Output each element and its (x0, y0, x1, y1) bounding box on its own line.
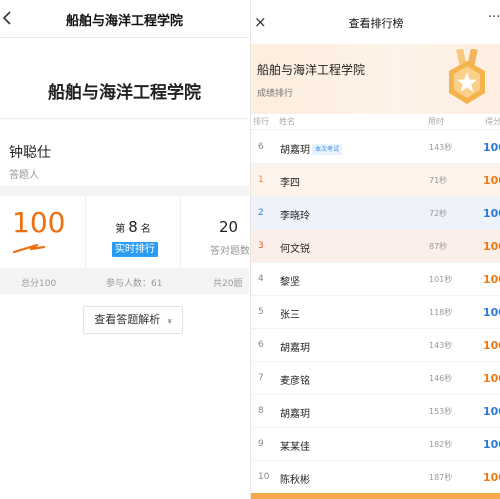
row-time: 187秒 (429, 473, 453, 482)
row-time: 182秒 (429, 440, 453, 449)
row-rank: 10 (258, 472, 270, 482)
leaderboard-list: 6 胡嘉玥 本次考试 143秒 100 1 李四 71秒 100 2 李晓玲 7… (251, 131, 500, 494)
row-time: 101秒 (429, 275, 453, 284)
table-row[interactable]: 3 何文锐 87秒 100 (251, 230, 500, 263)
score-stat: 100 (0, 196, 84, 268)
realtime-rank-button[interactable]: 实时排行 (112, 242, 158, 257)
divider (0, 118, 249, 119)
row-score: 100 (483, 174, 500, 187)
table-row[interactable]: 2 李晓玲 72秒 100 (251, 197, 500, 230)
user-role: 答题人 (9, 170, 39, 181)
row-name: 张三 (280, 310, 300, 321)
row-rank: 2 (258, 208, 264, 218)
row-score: 100 (483, 141, 500, 154)
table-row[interactable]: 4 黎坚 101秒 100 (251, 263, 500, 296)
row-name: 胡嘉玥 (280, 145, 310, 156)
table-row-current-user[interactable]: 6 胡嘉玥 本次考试 143秒 100 (251, 131, 500, 164)
row-time: 146秒 (429, 374, 453, 383)
medal-icon (449, 49, 485, 104)
row-name: 某某佳 (280, 442, 310, 453)
banner-title: 船舶与海洋工程学院 (257, 63, 366, 77)
row-score: 100 (483, 471, 500, 484)
table-row[interactable]: 7 麦彦铭 146秒 100 (251, 362, 500, 395)
row-score: 100 (483, 438, 500, 451)
result-panel: 船舶与海洋工程学院 船舶与海洋工程学院 钟聪仕 答题人 100 第8名 实时排行… (0, 0, 249, 499)
row-score: 100 (483, 372, 500, 385)
row-name: 黎坚 (280, 277, 300, 288)
view-analysis-label: 查看答题解析 (94, 313, 161, 326)
row-score: 100 (483, 273, 500, 286)
table-row[interactable]: 5 张三 118秒 100 (251, 296, 500, 329)
row-rank: 3 (258, 241, 264, 251)
current-exam-badge: 本次考试 (312, 144, 343, 155)
row-rank: 6 (258, 142, 264, 152)
row-rank: 9 (258, 439, 264, 449)
banner-subtitle: 成绩排行 (257, 89, 294, 99)
row-rank: 7 (258, 373, 264, 383)
table-row[interactable]: 6 胡嘉玥 143秒 100 (251, 329, 500, 362)
row-rank: 1 (258, 175, 264, 185)
row-score: 100 (483, 207, 500, 220)
rank-text: 第8名 (86, 218, 180, 236)
row-name: 胡嘉玥 (280, 343, 310, 354)
column-name: 姓名 (279, 117, 295, 126)
leaderboard-banner: 船舶与海洋工程学院 成绩排行 (251, 44, 500, 114)
row-time: 153秒 (429, 407, 453, 416)
score-value: 100 (12, 206, 66, 239)
table-row[interactable]: 10 陈秋彬 187秒 100 (251, 461, 500, 494)
row-time: 143秒 (429, 341, 453, 350)
rank-stat: 第8名 实时排行 (85, 196, 181, 268)
row-time: 143秒 (429, 143, 453, 152)
stats-footer: 总分100 参与人数：61 共20题 (0, 268, 249, 294)
leaderboard-header: × 查看排行榜 ··· (251, 0, 500, 44)
stats-row: 100 第8名 实时排行 20 答对题数 (0, 196, 249, 268)
view-analysis-button[interactable]: 查看答题解析» (83, 306, 183, 334)
table-row[interactable]: 8 胡嘉玥 153秒 100 (251, 395, 500, 428)
total-score: 总分100 (21, 279, 57, 289)
score-underline-icon (13, 243, 45, 253)
column-rank: 排行 (253, 117, 269, 126)
row-rank: 8 (258, 406, 264, 416)
row-score: 100 (483, 306, 500, 319)
participants-count: 参与人数：61 (106, 279, 163, 289)
header-title: 船舶与海洋工程学院 (65, 14, 183, 29)
result-header: 船舶与海洋工程学院 (0, 0, 249, 38)
correct-stat: 20 答对题数 (182, 196, 249, 268)
row-rank: 5 (258, 307, 264, 317)
row-time: 118秒 (429, 308, 453, 317)
total-questions: 共20题 (213, 279, 243, 289)
correct-count: 20 (219, 218, 239, 236)
row-score: 100 (483, 240, 500, 253)
row-time: 87秒 (429, 242, 448, 251)
row-name: 胡嘉玥 (280, 409, 310, 420)
row-rank: 6 (258, 340, 264, 350)
chevron-down-icon: » (163, 318, 174, 324)
row-name: 李晓玲 (280, 211, 310, 222)
column-time: 用时 (428, 117, 444, 126)
leaderboard-title: 查看排行榜 (348, 17, 404, 30)
row-score: 100 (483, 405, 500, 418)
user-name: 钟聪仕 (9, 145, 51, 161)
divider (0, 186, 249, 196)
more-icon[interactable]: ··· (488, 10, 500, 25)
row-rank: 4 (258, 274, 264, 284)
correct-label: 答对题数 (210, 246, 249, 257)
table-row[interactable]: 1 李四 71秒 100 (251, 164, 500, 197)
row-name: 麦彦铭 (280, 376, 310, 387)
row-time: 71秒 (429, 176, 448, 185)
row-name: 何文锐 (280, 244, 310, 255)
rank-prefix: 第 (115, 224, 126, 235)
row-name: 陈秋彬 (280, 475, 310, 486)
column-score: 得分 (485, 117, 500, 126)
row-score: 100 (483, 339, 500, 352)
rank-value: 8 (128, 218, 138, 236)
bottom-bar (251, 493, 500, 499)
row-name: 李四 (280, 178, 300, 189)
leaderboard-panel: × 查看排行榜 ··· 船舶与海洋工程学院 成绩排行 排行 姓名 用时 得分 6… (250, 0, 500, 499)
table-row[interactable]: 9 某某佳 182秒 100 (251, 428, 500, 461)
banner-title: 船舶与海洋工程学院 (48, 83, 201, 103)
table-header: 排行 姓名 用时 得分 (251, 114, 500, 130)
rank-suffix: 名 (140, 224, 151, 235)
row-time: 72秒 (429, 209, 448, 218)
